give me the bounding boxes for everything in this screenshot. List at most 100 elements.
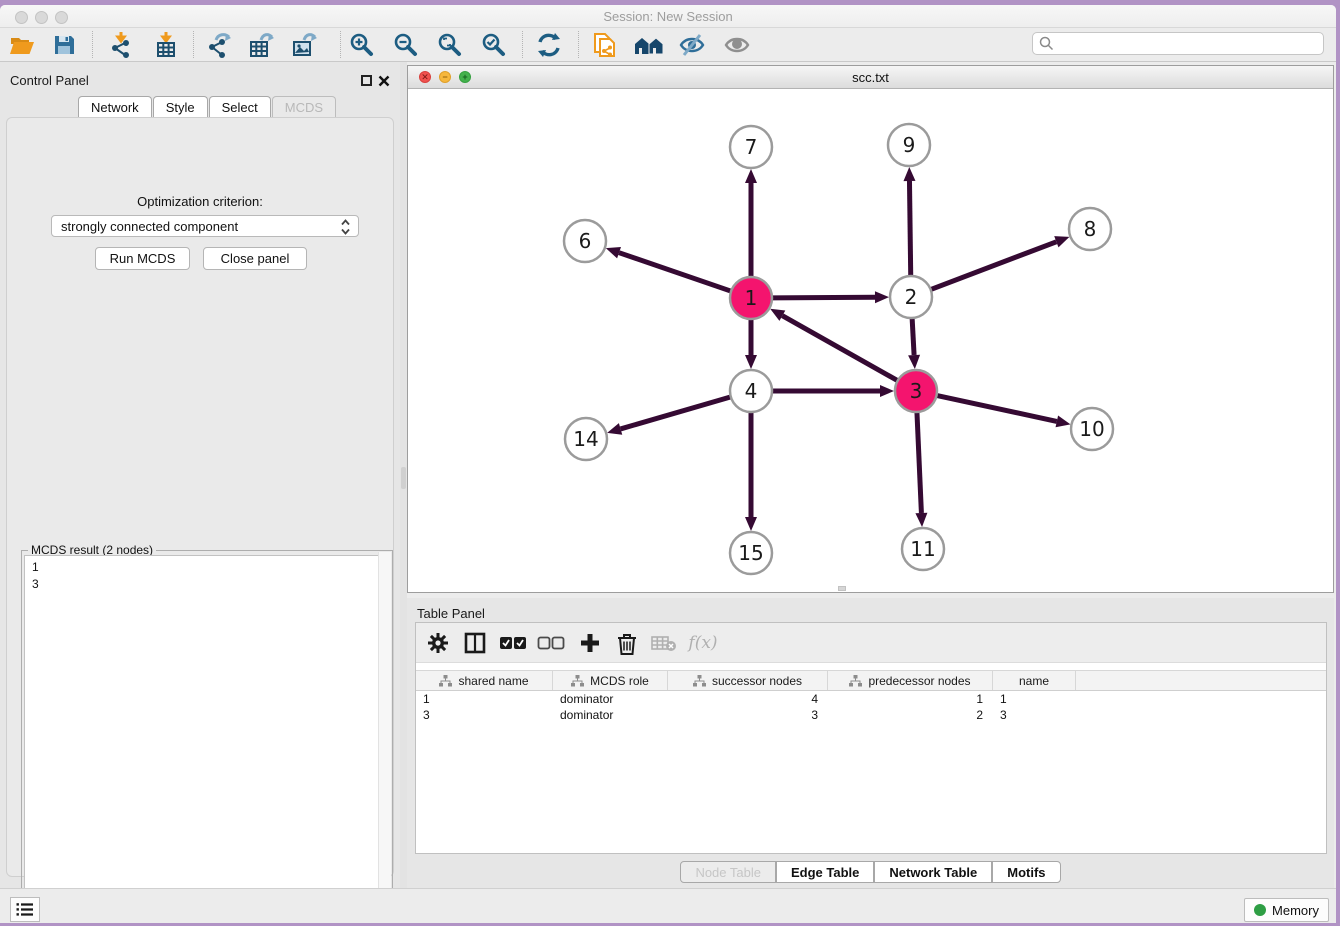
status-bar: Memory bbox=[0, 888, 1336, 923]
function-builder-icon[interactable]: f(x) bbox=[688, 630, 718, 656]
network-canvas[interactable]: 7968124314101511 bbox=[408, 89, 1333, 592]
graph-edge-arrowhead bbox=[875, 291, 889, 303]
first-neighbors-icon[interactable] bbox=[633, 30, 665, 60]
create-column-icon[interactable] bbox=[575, 630, 605, 656]
graph-edge[interactable] bbox=[782, 316, 897, 381]
toolbar-separator bbox=[92, 31, 93, 58]
graph-edge[interactable] bbox=[937, 395, 1057, 421]
graph-node-label: 4 bbox=[745, 379, 758, 403]
tab-network[interactable]: Network bbox=[78, 96, 152, 118]
show-all-icon[interactable] bbox=[721, 30, 753, 60]
duplicate-network-icon[interactable] bbox=[589, 30, 621, 60]
hierarchy-icon bbox=[571, 675, 584, 687]
graph-edge[interactable] bbox=[772, 297, 875, 298]
cell-mcds-role[interactable]: dominator bbox=[553, 707, 668, 723]
import-network-icon[interactable] bbox=[106, 30, 138, 60]
graph-node-label: 14 bbox=[573, 427, 598, 451]
deselect-all-icon[interactable] bbox=[536, 630, 566, 656]
column-header[interactable]: shared name bbox=[416, 671, 553, 690]
cell-successor-nodes[interactable]: 3 bbox=[668, 707, 828, 723]
float-panel-icon[interactable] bbox=[361, 75, 372, 86]
cell-successor-nodes[interactable]: 4 bbox=[668, 691, 828, 707]
close-panel-icon[interactable] bbox=[378, 75, 390, 87]
graph-edge[interactable] bbox=[621, 397, 731, 429]
zoom-in-icon[interactable] bbox=[346, 30, 378, 60]
tab-edge-table[interactable]: Edge Table bbox=[776, 861, 874, 883]
criterion-dropdown[interactable]: strongly connected component bbox=[51, 215, 359, 237]
network-resize-grip[interactable] bbox=[838, 586, 846, 591]
column-header[interactable]: name bbox=[993, 671, 1076, 690]
split-panel-icon[interactable] bbox=[460, 630, 490, 656]
optimization-criterion-label: Optimization criterion: bbox=[7, 194, 393, 209]
mcds-result-text[interactable]: 1 3 bbox=[24, 555, 390, 923]
open-file-icon[interactable] bbox=[6, 30, 38, 60]
export-network-icon[interactable] bbox=[203, 30, 235, 60]
cell-predecessor-nodes[interactable]: 2 bbox=[828, 707, 993, 723]
apply-layout-icon[interactable] bbox=[533, 30, 565, 60]
tab-node-table[interactable]: Node Table bbox=[680, 861, 776, 883]
column-header[interactable]: successor nodes bbox=[668, 671, 828, 690]
graph-edge[interactable] bbox=[909, 181, 910, 276]
column-header[interactable]: MCDS role bbox=[553, 671, 668, 690]
hierarchy-icon bbox=[439, 675, 452, 687]
result-scrollbar[interactable] bbox=[378, 552, 391, 920]
column-header[interactable]: predecessor nodes bbox=[828, 671, 993, 690]
graph-edge-arrowhead bbox=[908, 355, 920, 369]
session-title: Session: New Session bbox=[0, 9, 1336, 24]
network-titlebar[interactable]: ✕ − + scc.txt bbox=[408, 66, 1333, 89]
cell-shared-name[interactable]: 1 bbox=[416, 691, 553, 707]
graph-edge[interactable] bbox=[917, 412, 921, 513]
search-input[interactable] bbox=[1032, 32, 1324, 55]
node-table-container: f(x) shared name MCDS role successor bbox=[415, 622, 1327, 854]
select-all-icon[interactable] bbox=[498, 630, 528, 656]
memory-button[interactable]: Memory bbox=[1244, 898, 1329, 922]
zoom-fit-icon[interactable] bbox=[434, 30, 466, 60]
control-panel: Control Panel Network Style Select MCDS … bbox=[0, 62, 400, 888]
table-row[interactable]: 3 dominator 3 2 3 bbox=[416, 707, 1326, 723]
tab-style[interactable]: Style bbox=[153, 96, 208, 118]
cell-name[interactable]: 3 bbox=[993, 707, 1076, 723]
chevron-updown-icon bbox=[340, 218, 351, 239]
save-session-icon[interactable] bbox=[48, 30, 80, 60]
cell-shared-name[interactable]: 3 bbox=[416, 707, 553, 723]
cell-predecessor-nodes[interactable]: 1 bbox=[828, 691, 993, 707]
table-header-row: shared name MCDS role successor nodes pr… bbox=[416, 670, 1326, 691]
graph-edge[interactable] bbox=[912, 318, 914, 355]
table-row[interactable]: 1 dominator 4 1 1 bbox=[416, 691, 1326, 707]
tab-motifs[interactable]: Motifs bbox=[992, 861, 1060, 883]
export-table-icon[interactable] bbox=[246, 30, 278, 60]
app-window: Session: New Session bbox=[0, 5, 1336, 923]
tab-network-table[interactable]: Network Table bbox=[874, 861, 992, 883]
cell-mcds-role[interactable]: dominator bbox=[553, 691, 668, 707]
delete-table-icon[interactable] bbox=[649, 630, 679, 656]
zoom-out-icon[interactable] bbox=[390, 30, 422, 60]
graph-edge-arrowhead bbox=[745, 169, 757, 183]
graph-node-label: 15 bbox=[738, 541, 763, 565]
hierarchy-icon bbox=[849, 675, 862, 687]
titlebar: Session: New Session bbox=[0, 5, 1336, 28]
import-table-icon[interactable] bbox=[150, 30, 182, 60]
tab-mcds[interactable]: MCDS bbox=[272, 96, 336, 118]
task-history-button[interactable] bbox=[10, 897, 40, 922]
splitter-grip[interactable] bbox=[401, 467, 406, 489]
close-panel-button[interactable]: Close panel bbox=[203, 247, 307, 270]
graph-node-label: 2 bbox=[905, 285, 918, 309]
panel-splitter[interactable] bbox=[400, 62, 407, 888]
run-mcds-button[interactable]: Run MCDS bbox=[95, 247, 190, 270]
delete-column-icon[interactable] bbox=[612, 630, 642, 656]
graph-node-label: 9 bbox=[903, 133, 916, 157]
graph-edge-arrowhead bbox=[606, 247, 621, 258]
graph-edge[interactable] bbox=[619, 253, 731, 291]
table-settings-icon[interactable] bbox=[423, 630, 453, 656]
graph-edge[interactable] bbox=[931, 242, 1057, 290]
criterion-value: strongly connected component bbox=[61, 219, 238, 234]
table-panel: Table Panel bbox=[407, 598, 1334, 888]
export-image-icon[interactable] bbox=[289, 30, 321, 60]
graph-node-label: 1 bbox=[745, 286, 758, 310]
zoom-selected-icon[interactable] bbox=[478, 30, 510, 60]
memory-label: Memory bbox=[1272, 903, 1319, 918]
cell-name[interactable]: 1 bbox=[993, 691, 1076, 707]
hide-selected-icon[interactable] bbox=[676, 30, 708, 60]
toolbar-separator bbox=[193, 31, 194, 58]
tab-select[interactable]: Select bbox=[209, 96, 271, 118]
